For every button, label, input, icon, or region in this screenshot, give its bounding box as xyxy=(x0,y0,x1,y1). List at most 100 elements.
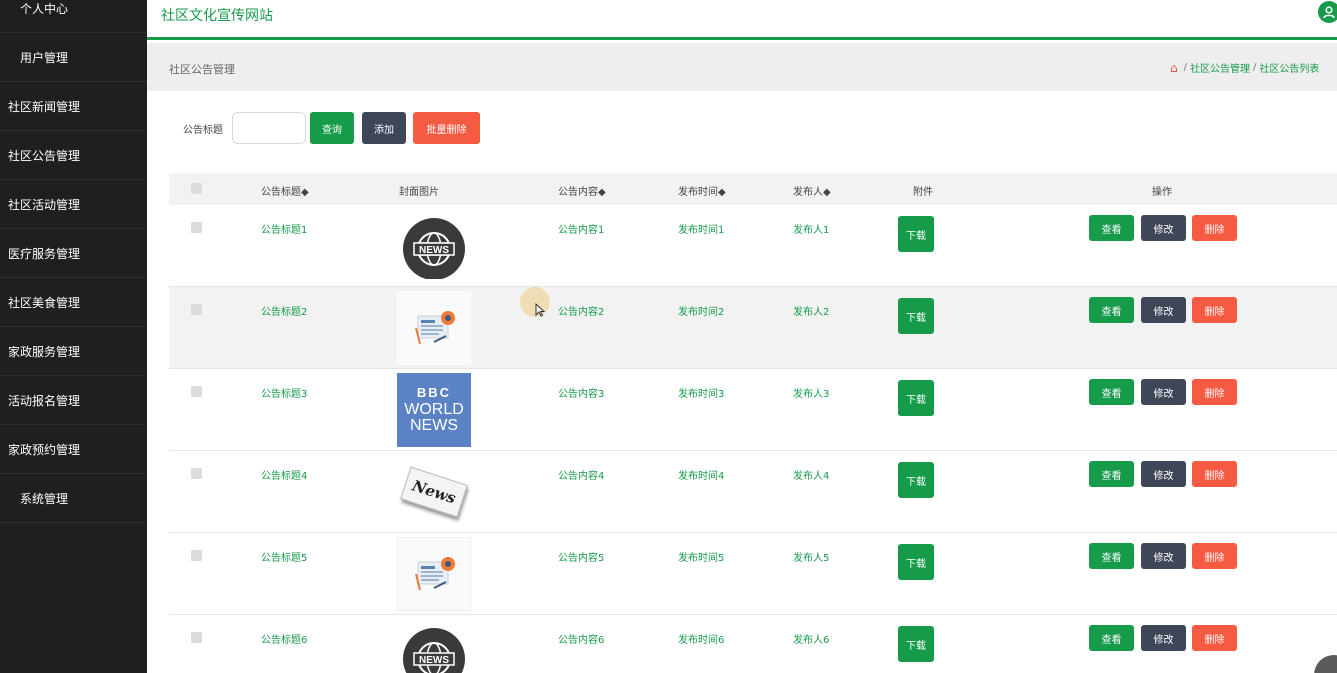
table-header: 公告标题◆ 封面图片 公告内容◆ 发布时间◆ 发布人◆ 附件 操作 xyxy=(169,173,1337,205)
row-content: 公告内容1 xyxy=(558,225,605,236)
sidebar-item-personal-center[interactable]: 个人中心 xyxy=(0,0,147,33)
user-icon[interactable] xyxy=(1318,1,1337,23)
sidebar-item-label: 社区新闻管理 xyxy=(8,100,81,114)
search-input[interactable] xyxy=(232,112,306,144)
row-publisher: 发布人2 xyxy=(793,307,830,318)
row-time: 发布时间3 xyxy=(678,389,725,400)
batch-delete-button[interactable]: 批量删除 xyxy=(413,112,480,144)
sidebar-item-label: 社区公告管理 xyxy=(8,149,81,163)
sidebar-item-community-notice[interactable]: 社区公告管理 xyxy=(0,132,147,180)
breadcrumb: ⌂ / 社区公告管理 / 社区公告列表 xyxy=(1170,60,1319,76)
column-header-publisher[interactable]: 发布人◆ xyxy=(793,183,831,198)
row-checkbox[interactable] xyxy=(191,468,202,479)
row-publisher: 发布人5 xyxy=(793,553,830,564)
download-button[interactable]: 下载 xyxy=(898,462,934,498)
download-button[interactable]: 下载 xyxy=(898,626,934,662)
home-icon[interactable]: ⌂ xyxy=(1170,61,1178,75)
delete-button[interactable]: 删除 xyxy=(1192,379,1237,405)
row-publisher: 发布人1 xyxy=(793,225,830,236)
sidebar-item-label: 家政预约管理 xyxy=(8,443,81,457)
edit-button[interactable]: 修改 xyxy=(1141,625,1186,651)
sidebar-item-housekeeping-service[interactable]: 家政服务管理 xyxy=(0,328,147,376)
sidebar-item-activity-signup[interactable]: 活动报名管理 xyxy=(0,377,147,425)
column-header-content[interactable]: 公告内容◆ xyxy=(558,183,606,198)
select-all-checkbox[interactable] xyxy=(191,183,202,194)
sidebar-item-community-news[interactable]: 社区新闻管理 xyxy=(0,83,147,131)
row-checkbox[interactable] xyxy=(191,222,202,233)
row-checkbox[interactable] xyxy=(191,550,202,561)
news-paper-icon: News xyxy=(397,455,471,529)
breadcrumb-separator: / xyxy=(1183,62,1187,73)
sidebar-item-medical-service[interactable]: 医疗服务管理 xyxy=(0,230,147,278)
sidebar-item-community-food[interactable]: 社区美食管理 xyxy=(0,279,147,327)
sidebar-item-label: 医疗服务管理 xyxy=(8,247,81,261)
row-title: 公告标题1 xyxy=(261,225,308,236)
download-button[interactable]: 下载 xyxy=(898,380,934,416)
sidebar-item-label: 用户管理 xyxy=(20,51,69,65)
edit-button[interactable]: 修改 xyxy=(1141,215,1186,241)
sidebar-item-housekeeping-booking[interactable]: 家政预约管理 xyxy=(0,426,147,474)
row-time: 发布时间6 xyxy=(678,635,725,646)
edit-button[interactable]: 修改 xyxy=(1141,379,1186,405)
sidebar-item-system-management[interactable]: 系统管理 xyxy=(0,475,147,523)
view-button[interactable]: 查看 xyxy=(1089,461,1134,487)
page-header: 社区公告管理 ⌂ / 社区公告管理 / 社区公告列表 xyxy=(147,43,1337,91)
row-time: 发布时间2 xyxy=(678,307,725,318)
delete-button[interactable]: 删除 xyxy=(1192,461,1237,487)
search-label: 公告标题 xyxy=(183,125,223,136)
row-title: 公告标题4 xyxy=(261,471,308,482)
delete-button[interactable]: 删除 xyxy=(1192,297,1237,323)
row-content: 公告内容4 xyxy=(558,471,605,482)
news-paper-text: News xyxy=(409,476,459,508)
row-publisher: 发布人6 xyxy=(793,635,830,646)
query-button[interactable]: 查询 xyxy=(310,112,354,144)
delete-button[interactable]: 删除 xyxy=(1192,543,1237,569)
svg-text:NEWS: NEWS xyxy=(419,245,449,256)
view-button[interactable]: 查看 xyxy=(1089,379,1134,405)
edit-button[interactable]: 修改 xyxy=(1141,543,1186,569)
row-checkbox[interactable] xyxy=(191,632,202,643)
table-row: 公告标题5 公告内容5 发布时间5 发布人5 下载 查看 修改 删除 xyxy=(169,533,1337,615)
edit-button[interactable]: 修改 xyxy=(1141,461,1186,487)
delete-button[interactable]: 删除 xyxy=(1192,625,1237,651)
news-globe-icon: NEWS xyxy=(397,209,471,283)
edit-button[interactable]: 修改 xyxy=(1141,297,1186,323)
site-title: 社区文化宣传网站 xyxy=(161,8,273,24)
bbc-logo-text: NEWS xyxy=(410,417,458,434)
sidebar-item-label: 社区活动管理 xyxy=(8,198,81,212)
sidebar-item-community-activity[interactable]: 社区活动管理 xyxy=(0,181,147,229)
row-content: 公告内容2 xyxy=(558,307,605,318)
row-checkbox[interactable] xyxy=(191,386,202,397)
row-content: 公告内容5 xyxy=(558,553,605,564)
top-bar: 社区文化宣传网站 xyxy=(147,0,1337,40)
sidebar: 个人中心 用户管理 社区新闻管理 社区公告管理 社区活动管理 医疗服务管理 社区… xyxy=(0,0,147,673)
row-checkbox[interactable] xyxy=(191,304,202,315)
page-title: 社区公告管理 xyxy=(169,63,235,76)
table-row: 公告标题1 NEWS 公告内容1 发布时间1 发布人1 下载 查看 修改 删除 xyxy=(169,205,1337,287)
view-button[interactable]: 查看 xyxy=(1089,543,1134,569)
row-content: 公告内容3 xyxy=(558,389,605,400)
add-button[interactable]: 添加 xyxy=(362,112,406,144)
view-button[interactable]: 查看 xyxy=(1089,297,1134,323)
view-button[interactable]: 查看 xyxy=(1089,625,1134,651)
row-title: 公告标题6 xyxy=(261,635,308,646)
download-button[interactable]: 下载 xyxy=(898,216,934,252)
column-header-attachment: 附件 xyxy=(913,187,933,198)
svg-text:NEWS: NEWS xyxy=(419,655,449,666)
breadcrumb-item[interactable]: 社区公告管理 xyxy=(1190,60,1250,75)
row-time: 发布时间5 xyxy=(678,553,725,564)
breadcrumb-item[interactable]: 社区公告列表 xyxy=(1259,60,1319,75)
table-row: 公告标题3 BBC WORLD NEWS 公告内容3 发布时间3 发布人3 下载… xyxy=(169,369,1337,451)
table-row: 公告标题6 NEWS 公告内容6 发布时间6 发布人6 下载 查看 修改 删除 xyxy=(169,615,1337,673)
column-header-time[interactable]: 发布时间◆ xyxy=(678,183,726,198)
delete-button[interactable]: 删除 xyxy=(1192,215,1237,241)
view-button[interactable]: 查看 xyxy=(1089,215,1134,241)
download-button[interactable]: 下载 xyxy=(898,298,934,334)
column-header-title[interactable]: 公告标题◆ xyxy=(261,183,309,198)
bbc-logo-text: BBC xyxy=(416,385,452,400)
row-title: 公告标题3 xyxy=(261,389,308,400)
download-button[interactable]: 下载 xyxy=(898,544,934,580)
news-globe-icon: NEWS xyxy=(397,619,471,673)
sidebar-item-user-management[interactable]: 用户管理 xyxy=(0,34,147,82)
breadcrumb-separator: / xyxy=(1253,62,1257,73)
